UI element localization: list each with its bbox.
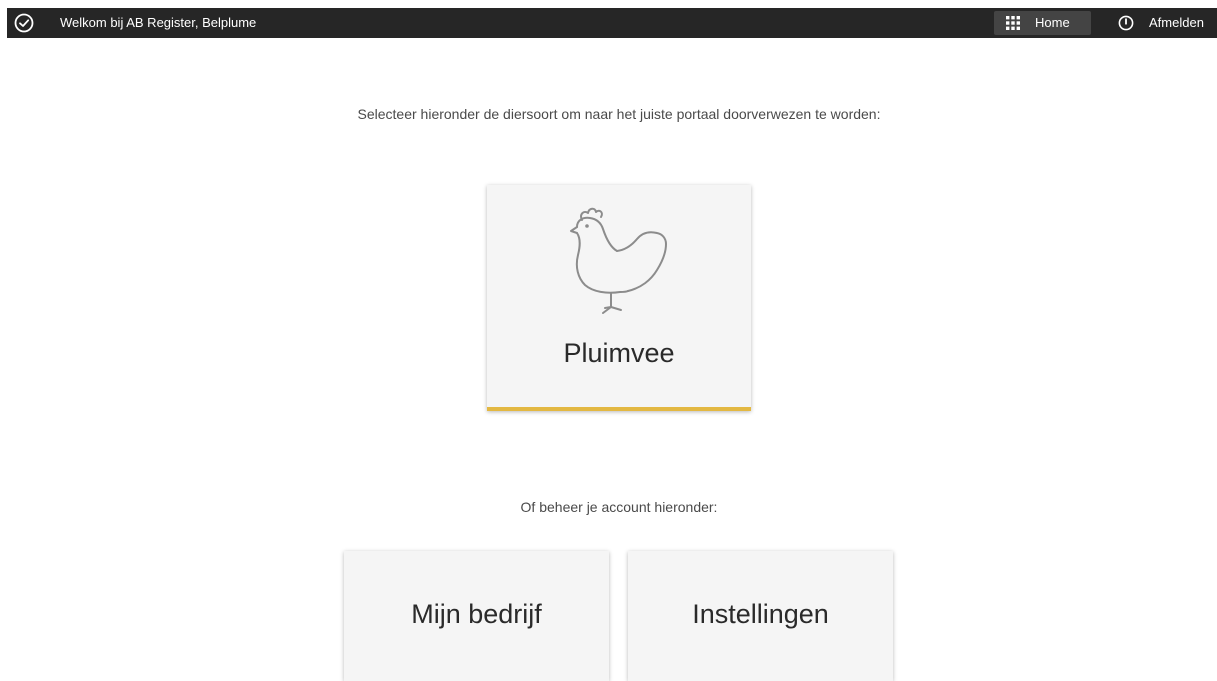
home-button[interactable]: Home — [994, 11, 1091, 35]
logout-button[interactable]: Afmelden — [1115, 11, 1217, 35]
power-icon — [1118, 15, 1134, 31]
welcome-text: Welkom bij AB Register, Belplume — [60, 15, 257, 30]
chicken-icon — [565, 200, 675, 320]
home-label: Home — [1035, 15, 1070, 30]
top-bar: Welkom bij AB Register, Belplume Home Af… — [7, 8, 1217, 38]
tile-mijn-bedrijf-label: Mijn bedrijf — [411, 599, 542, 629]
grid-icon — [1006, 16, 1020, 30]
tile-pluimvee[interactable]: Pluimvee — [487, 185, 751, 411]
tile-pluimvee-label: Pluimvee — [563, 338, 675, 368]
tile-instellingen[interactable]: Instellingen — [628, 551, 893, 681]
species-intro-text: Selecteer hieronder de diersoort om naar… — [357, 106, 881, 122]
tile-instellingen-label: Instellingen — [692, 599, 829, 629]
tile-mijn-bedrijf[interactable]: Mijn bedrijf — [344, 551, 609, 681]
logout-label: Afmelden — [1149, 15, 1204, 30]
account-intro-text: Of beheer je account hieronder: — [520, 499, 718, 515]
check-circle-icon — [13, 12, 35, 34]
